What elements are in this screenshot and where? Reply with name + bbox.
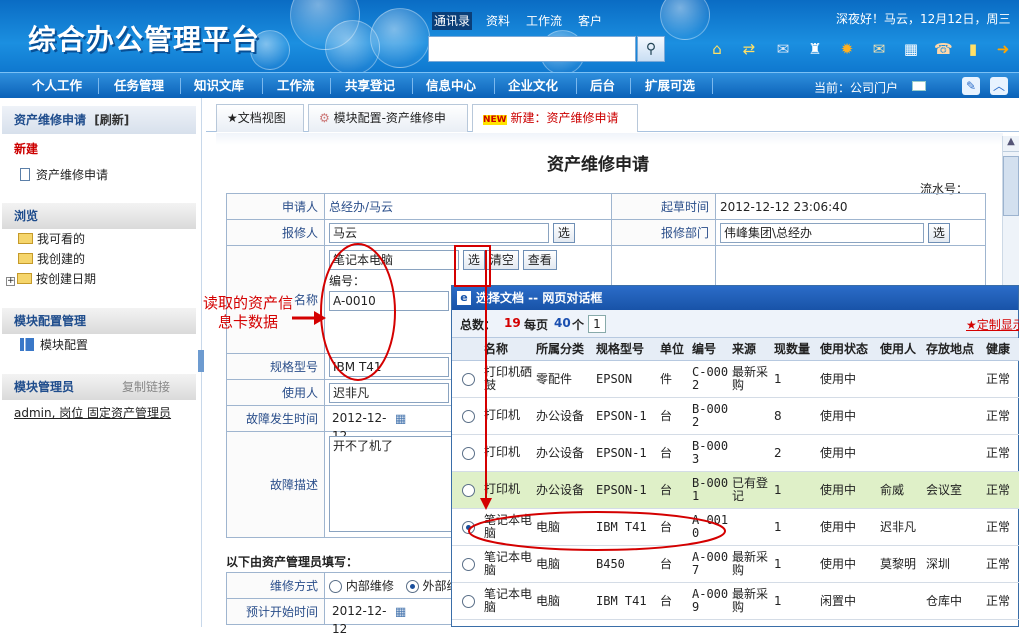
annotation-overlay (292, 243, 726, 551)
annotation-ellipse-row (468, 511, 726, 551)
annotation-ellipse-form (320, 243, 396, 381)
annotation-arrowhead-down (480, 498, 492, 510)
annotation-arrowhead-right (314, 311, 326, 325)
annotation-select-box (454, 245, 491, 287)
